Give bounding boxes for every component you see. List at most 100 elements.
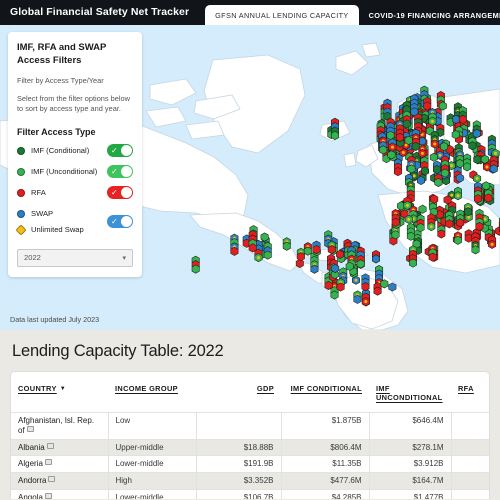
map-marker-stack[interactable] bbox=[455, 173, 464, 183]
toggle-rfa[interactable]: ✓ bbox=[107, 186, 133, 200]
info-tooltip-icon[interactable] bbox=[26, 425, 34, 432]
map-marker-stack[interactable] bbox=[312, 240, 321, 255]
map-marker-stack[interactable] bbox=[395, 119, 404, 142]
info-tooltip-icon[interactable] bbox=[48, 476, 56, 482]
map-marker-stack[interactable] bbox=[406, 223, 415, 241]
info-tooltip-icon[interactable] bbox=[44, 459, 52, 466]
table-row[interactable]: Albania Upper-middle $18.88B $806.4M $278.1M bbox=[11, 438, 489, 456]
map-marker-stack[interactable] bbox=[380, 279, 389, 289]
map-marker-stack[interactable] bbox=[361, 292, 370, 307]
map-marker-stack[interactable] bbox=[373, 282, 382, 296]
map-marker-stack[interactable] bbox=[402, 110, 411, 129]
map-marker-stack[interactable] bbox=[453, 231, 462, 245]
map-marker-stack[interactable] bbox=[411, 128, 420, 151]
map-marker-stack[interactable] bbox=[388, 282, 397, 292]
map-marker-stack[interactable] bbox=[260, 232, 269, 242]
map-marker-stack[interactable] bbox=[428, 108, 437, 126]
column-header-income-group[interactable]: INCOME GROUP bbox=[108, 372, 196, 413]
map-marker-stack[interactable] bbox=[327, 240, 336, 255]
table-row[interactable]: Algeria Lower-middle $191.9B $11.35B $3.912B bbox=[11, 455, 489, 473]
map-marker-stack[interactable] bbox=[386, 117, 395, 140]
map-marker-stack[interactable] bbox=[361, 273, 370, 292]
map-marker-stack[interactable] bbox=[387, 150, 396, 160]
map-marker-stack[interactable] bbox=[379, 136, 388, 155]
map-marker-stack[interactable] bbox=[353, 290, 362, 304]
column-header-imf-unconditional[interactable]: IMF UNCONDITIONAL bbox=[369, 372, 451, 413]
map-marker-stack[interactable] bbox=[372, 250, 380, 264]
map-marker-stack[interactable] bbox=[471, 232, 480, 255]
map-marker-stack[interactable] bbox=[428, 243, 437, 262]
map-marker-stack[interactable] bbox=[345, 261, 354, 271]
column-header-gdp[interactable]: GDP bbox=[196, 372, 281, 413]
map-marker-stack[interactable] bbox=[429, 152, 438, 162]
map-marker-stack[interactable] bbox=[416, 214, 425, 233]
filter-row-unlimited-swap[interactable]: Unlimited Swap ✓ bbox=[15, 215, 133, 237]
map-marker-stack[interactable] bbox=[445, 210, 454, 229]
map-marker-stack[interactable] bbox=[394, 158, 402, 177]
map-marker-stack[interactable] bbox=[472, 120, 481, 139]
toggle-swap[interactable]: ✓ bbox=[107, 215, 133, 229]
map-marker-stack[interactable] bbox=[488, 235, 497, 249]
map-marker-stack[interactable] bbox=[464, 202, 473, 217]
map-marker-stack[interactable] bbox=[403, 196, 412, 210]
map-marker-stack[interactable] bbox=[432, 160, 441, 175]
map-marker-stack[interactable] bbox=[473, 189, 482, 204]
map-marker-stack[interactable] bbox=[388, 138, 397, 152]
map-marker-stack[interactable] bbox=[451, 130, 460, 140]
map-marker-stack[interactable] bbox=[248, 230, 257, 253]
map-marker-stack[interactable] bbox=[456, 209, 465, 228]
map-marker-stack[interactable] bbox=[473, 174, 482, 183]
toggle-imf-unconditional[interactable]: ✓ bbox=[107, 165, 133, 179]
table-row[interactable]: Angola Lower-middle $106.7B $4.285B $1.477B bbox=[11, 488, 489, 499]
toggle-imf-conditional[interactable]: ✓ bbox=[107, 144, 133, 158]
map-marker-stack[interactable] bbox=[455, 150, 464, 169]
filter-row-imf-conditional[interactable]: IMF (Conditional) ✓ bbox=[17, 144, 133, 158]
table-row[interactable]: Afghanistan, Isl. Rep. of Low $1.875B $646.… bbox=[11, 412, 489, 439]
filter-row-rfa[interactable]: RFA ✓ bbox=[17, 186, 133, 200]
map-marker-stack[interactable] bbox=[331, 117, 339, 140]
map-marker-stack[interactable] bbox=[430, 194, 439, 204]
tab-covid19-financing-arrangements[interactable]: COVID-19 FINANCING ARRANGEMENTS bbox=[359, 5, 500, 25]
map-marker-stack[interactable] bbox=[230, 233, 239, 256]
column-header-country[interactable]: COUNTRY ▼ bbox=[11, 372, 108, 413]
tab-gfsn-annual-lending-capacity[interactable]: GFSN ANNUAL LENDING CAPACITY bbox=[205, 5, 359, 25]
map-marker-stack[interactable] bbox=[464, 229, 473, 243]
map-marker-stack[interactable] bbox=[356, 250, 365, 269]
lending-capacity-table-card[interactable]: COUNTRY ▼ INCOME GROUP GDP IMF CONDITIONA… bbox=[10, 371, 490, 499]
map-marker-stack[interactable] bbox=[336, 249, 345, 259]
column-header-imf-conditional[interactable]: IMF CONDITIONAL bbox=[281, 372, 369, 413]
table-row[interactable]: Andorra High $3.352B $477.6M $164.7M bbox=[11, 472, 489, 490]
map-marker-stack[interactable] bbox=[421, 166, 430, 176]
map-marker-stack[interactable] bbox=[438, 101, 447, 111]
map-marker-stack[interactable] bbox=[383, 98, 392, 121]
map-marker-stack[interactable] bbox=[263, 241, 272, 260]
map-marker-stack[interactable] bbox=[409, 245, 417, 268]
map-marker-stack[interactable] bbox=[473, 155, 482, 165]
map-marker-stack[interactable] bbox=[480, 154, 489, 164]
info-tooltip-icon[interactable] bbox=[46, 442, 54, 449]
map-marker-stack[interactable] bbox=[454, 186, 462, 201]
map-marker-stack[interactable] bbox=[441, 155, 450, 178]
map-marker-stack[interactable] bbox=[452, 114, 461, 124]
map-marker-stack[interactable] bbox=[417, 176, 425, 185]
column-header-rfa[interactable]: RFA bbox=[451, 372, 489, 413]
filter-row-imf-unconditional[interactable]: IMF (Unconditional) ✓ bbox=[17, 165, 133, 179]
map-marker-stack[interactable] bbox=[407, 155, 416, 174]
map-marker-stack[interactable] bbox=[303, 242, 312, 256]
info-tooltip-icon[interactable] bbox=[44, 492, 52, 499]
map-marker-stack[interactable] bbox=[296, 247, 305, 262]
map-marker-stack[interactable] bbox=[489, 155, 498, 174]
map-marker-stack[interactable] bbox=[336, 278, 345, 292]
sort-descending-icon[interactable]: ▼ bbox=[60, 386, 66, 392]
map-marker-stack[interactable] bbox=[391, 209, 400, 227]
map-marker-stack[interactable] bbox=[418, 204, 427, 214]
map-marker-stack[interactable] bbox=[410, 94, 419, 117]
map-marker-stack[interactable] bbox=[440, 142, 449, 152]
map-marker-stack[interactable] bbox=[463, 153, 472, 172]
map-marker-stack[interactable] bbox=[475, 208, 484, 232]
map-marker-stack[interactable] bbox=[404, 214, 413, 224]
map-marker-stack[interactable] bbox=[191, 255, 200, 274]
map-marker-stack[interactable] bbox=[427, 213, 436, 232]
map-marker-stack[interactable] bbox=[331, 263, 340, 273]
map-marker-stack[interactable] bbox=[458, 106, 467, 124]
